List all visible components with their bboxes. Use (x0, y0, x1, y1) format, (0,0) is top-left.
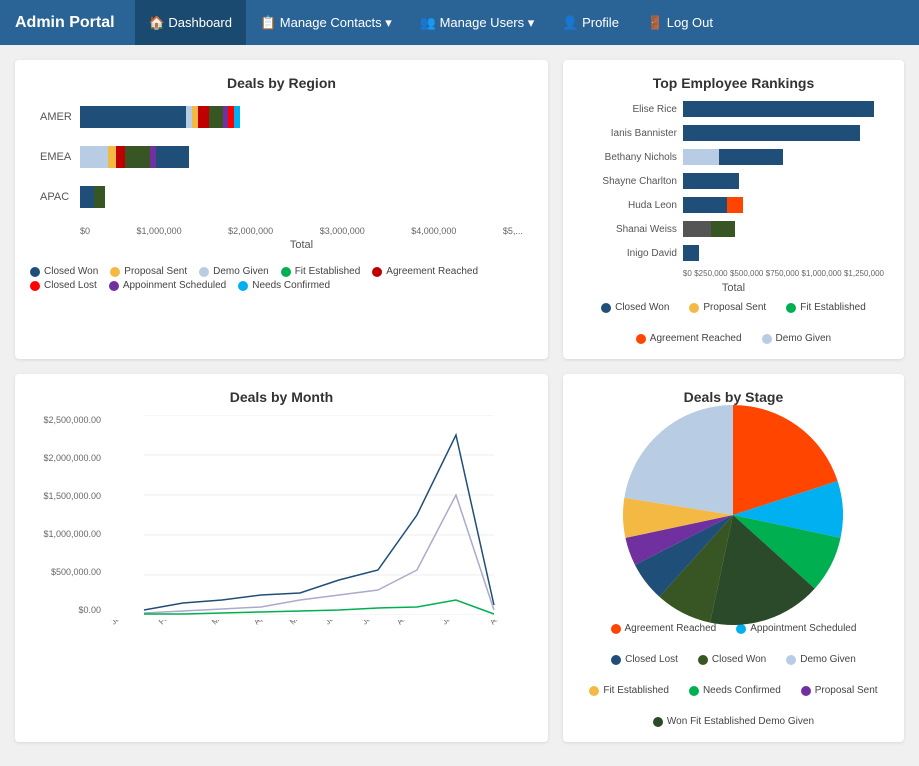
pie-chart-wrap (578, 415, 889, 615)
stage-legend-closed-won: Closed Won (698, 654, 766, 665)
emp-legend-closed-won: Closed Won (601, 302, 669, 313)
emp-legend-demo-given: Demo Given (762, 333, 832, 344)
top-employee-card: Top Employee Rankings Elise Rice Ianis B… (563, 60, 904, 359)
emp-bar-bethany (683, 149, 884, 165)
region-label-apac: APAC (40, 191, 80, 203)
emp-legend-fit-established: Fit Established (786, 302, 866, 313)
month-y-axis: $2,500,000.00 $2,000,000.00 $1,500,000.0… (30, 415, 105, 615)
region-x-label: Total (40, 239, 523, 251)
emp-row-huda: Huda Leon (583, 197, 884, 213)
emp-bar-elise (683, 101, 884, 117)
nav-manage-users[interactable]: 👥 Manage Users ▾ (406, 0, 548, 45)
employee-chart: Elise Rice Ianis Bannister Bethany Nicho… (578, 101, 889, 294)
nav-profile[interactable]: 👤 Profile (548, 0, 633, 45)
emp-row-inigo: Inigo David (583, 245, 884, 261)
region-row-emea: EMEA (40, 146, 523, 168)
stage-legend-demo-given: Demo Given (786, 654, 856, 665)
emp-bar-inigo (683, 245, 884, 261)
stage-legend-proposal-sent: Proposal Sent (801, 685, 878, 696)
emp-name-bethany: Bethany Nichols (583, 152, 683, 163)
emp-row-ianis: Ianis Bannister (583, 125, 884, 141)
deals-by-stage-card: Deals by Stage (563, 374, 904, 742)
month-x-axis: January 2019 February 2019 March 2019 Ap… (105, 620, 533, 629)
region-bar-emea (80, 146, 360, 168)
stage-legend: Agreement Reached Appointment Scheduled … (578, 623, 889, 727)
region-bar-apac (80, 186, 360, 208)
region-label-emea: EMEA (40, 151, 80, 163)
legend-closed-won: Closed Won (30, 266, 98, 277)
emp-legend: Closed Won Proposal Sent Fit Established… (578, 302, 889, 344)
emp-name-ianis: Ianis Bannister (583, 128, 683, 139)
emp-name-shanai: Shanai Weiss (583, 224, 683, 235)
legend-demo-given: Demo Given (199, 266, 269, 277)
pie-chart-svg (623, 405, 843, 625)
top-employee-title: Top Employee Rankings (578, 75, 889, 91)
legend-fit-established: Fit Established (281, 266, 361, 277)
emp-row-elise: Elise Rice (583, 101, 884, 117)
emp-row-shanai: Shanai Weiss (583, 221, 884, 237)
legend-agreement-reached: Agreement Reached (372, 266, 478, 277)
deals-by-month-card: Deals by Month $2,500,000.00 $2,000,000.… (15, 374, 548, 742)
legend-closed-lost: Closed Lost (30, 280, 97, 291)
main-content: Deals by Region AMER EMEA (0, 45, 919, 757)
deals-by-stage-title: Deals by Stage (578, 389, 889, 405)
nav-logout[interactable]: 🚪 Log Out (633, 0, 727, 45)
nav-manage-contacts[interactable]: 📋 Manage Contacts ▾ (246, 0, 406, 45)
nav-brand: Admin Portal (15, 14, 115, 32)
region-chart: AMER EMEA (30, 101, 533, 256)
region-label-amer: AMER (40, 111, 80, 123)
navbar: Admin Portal 🏠 Dashboard 📋 Manage Contac… (0, 0, 919, 45)
emp-bar-ianis (683, 125, 884, 141)
region-row-apac: APAC (40, 186, 523, 208)
emp-legend-agreement-reached: Agreement Reached (636, 333, 742, 344)
deals-by-region-card: Deals by Region AMER EMEA (15, 60, 548, 359)
emp-name-inigo: Inigo David (583, 248, 683, 259)
legend-proposal-sent: Proposal Sent (110, 266, 187, 277)
stage-legend-won-fit-demo: Won Fit Established Demo Given (653, 716, 814, 727)
stage-legend-needs-confirmed: Needs Confirmed (689, 685, 781, 696)
emp-bar-shayne (683, 173, 884, 189)
emp-legend-proposal-sent: Proposal Sent (689, 302, 766, 313)
region-bar-amer (80, 106, 360, 128)
emp-name-huda: Huda Leon (583, 200, 683, 211)
month-chart-area: January 2019 February 2019 March 2019 Ap… (105, 415, 533, 615)
region-x-axis: $0 $1,000,000 $2,000,000 $3,000,000 $4,0… (40, 226, 523, 236)
deals-by-region-title: Deals by Region (30, 75, 533, 91)
emp-x-axis: $0 $250,000 $500,000 $750,000 $1,000,000… (583, 269, 884, 278)
emp-row-shayne: Shayne Charlton (583, 173, 884, 189)
emp-bar-shanai (683, 221, 884, 237)
emp-bar-huda (683, 197, 884, 213)
emp-row-bethany: Bethany Nichols (583, 149, 884, 165)
month-line-svg (105, 415, 533, 615)
deals-by-month-title: Deals by Month (30, 389, 533, 405)
legend-needs-confirmed: Needs Confirmed (238, 280, 330, 291)
emp-x-label: Total (583, 282, 884, 294)
region-legend: Closed Won Proposal Sent Demo Given Fit … (30, 266, 533, 291)
emp-name-elise: Elise Rice (583, 104, 683, 115)
legend-appointment-scheduled: Appoinment Scheduled (109, 280, 226, 291)
nav-dashboard[interactable]: 🏠 Dashboard (135, 0, 246, 45)
emp-name-shayne: Shayne Charlton (583, 176, 683, 187)
region-row-amer: AMER (40, 106, 523, 128)
stage-legend-closed-lost: Closed Lost (611, 654, 678, 665)
stage-legend-fit-established: Fit Established (589, 685, 669, 696)
